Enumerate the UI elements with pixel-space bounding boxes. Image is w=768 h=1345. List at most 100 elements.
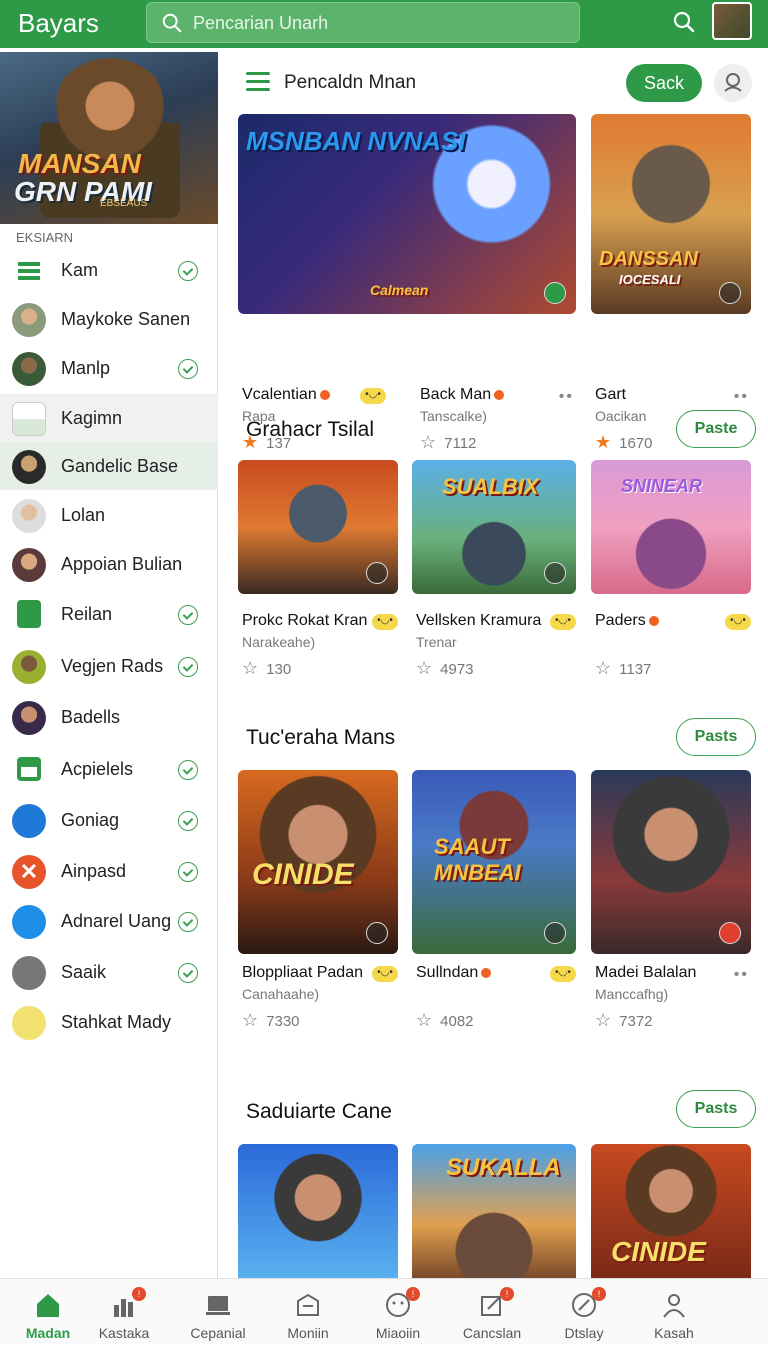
emoji-chip-icon: •◡• xyxy=(725,614,751,630)
sidebar-item[interactable]: Adnarel Uang xyxy=(0,897,218,945)
sidebar-item[interactable]: Lolan xyxy=(0,491,218,539)
compass-icon xyxy=(366,562,388,584)
calendar-icon xyxy=(17,757,41,781)
thumbnail-title: SUKALLA xyxy=(446,1154,561,1181)
x-icon: ✕ xyxy=(12,855,46,889)
nav-tab[interactable]: ! Kastaka xyxy=(76,1279,172,1345)
game-name: Sullndan xyxy=(416,964,492,982)
sidebar-item[interactable]: Saaik xyxy=(0,948,218,996)
game-name: Back Man xyxy=(420,386,505,404)
profile-avatar[interactable] xyxy=(712,2,752,40)
thumbnail-title: CINIDE xyxy=(252,858,354,891)
sidebar-item[interactable]: ✕ Ainpasd xyxy=(0,847,218,895)
game-subtitle: Trenar xyxy=(416,634,457,650)
star-icon: ☆ xyxy=(242,1010,259,1030)
nav-tab[interactable]: Kasah xyxy=(626,1279,722,1345)
game-subtitle: Canahaahe) xyxy=(242,986,320,1002)
nav-tab-label: Cepanial xyxy=(190,1325,246,1341)
game-thumbnail xyxy=(238,1144,398,1278)
sidebar-item[interactable]: Kam xyxy=(0,246,218,294)
emoji-chip-icon: •◡• xyxy=(372,614,398,630)
more-icon[interactable]: •• xyxy=(734,388,749,406)
sidebar-item-label: Acpielels xyxy=(61,759,134,779)
sidebar-section-label: EKSIARN xyxy=(16,230,74,245)
game-rating: ☆ 130 xyxy=(242,658,292,678)
game-rating: ☆ 4973 xyxy=(416,658,474,678)
thumbnail-title: DANSSAN xyxy=(599,248,698,270)
paste-button[interactable]: Pasts xyxy=(676,1090,756,1128)
featured-game-banner[interactable]: MANSAN GRN PAMI EBSEAUS xyxy=(0,52,218,224)
section-title: Tuc'eraha Mans xyxy=(246,726,396,749)
compass-icon xyxy=(719,282,741,304)
star-icon: ☆ xyxy=(595,1010,612,1030)
sidebar-item-label: Lolan xyxy=(61,505,106,525)
star-icon: ☆ xyxy=(420,432,437,452)
star-icon: ☆ xyxy=(242,658,259,678)
alert-icon xyxy=(719,922,741,944)
nav-tab[interactable]: Moniin xyxy=(260,1279,356,1345)
nav-tab[interactable]: ! Miaoiin xyxy=(350,1279,446,1345)
app-icon xyxy=(12,402,46,436)
sidebar-item-label: Adnarel Uang xyxy=(61,911,172,931)
notification-badge: ! xyxy=(500,1287,514,1301)
thumbnail-title: CINIDE xyxy=(611,1236,706,1267)
emoji-chip-icon: •◡• xyxy=(360,388,386,404)
search-icon[interactable] xyxy=(672,10,696,34)
game-thumbnail: SNINEAR xyxy=(591,460,751,594)
sidebar-item[interactable]: Manlp xyxy=(0,344,218,392)
more-icon[interactable]: •• xyxy=(559,388,574,406)
sidebar-item[interactable]: Vegjen Rads xyxy=(0,642,218,690)
sidebar-item-label: Saaik xyxy=(61,962,107,982)
game-rating: ☆ 1137 xyxy=(595,658,652,678)
more-icon[interactable]: •• xyxy=(734,966,749,984)
sidebar-item[interactable]: Acpielels xyxy=(0,745,218,793)
leaf-icon xyxy=(12,1006,46,1040)
page-title: Pencaldn Mnan xyxy=(284,72,417,93)
avatar xyxy=(12,450,46,484)
nav-tab[interactable]: ! Cancslan xyxy=(444,1279,540,1345)
app-brand: Bayars xyxy=(18,8,99,38)
nav-tab[interactable]: ! Dtslay xyxy=(536,1279,632,1345)
thumbnail-title: SAAUT MNBEAI xyxy=(434,834,521,885)
check-badge-icon xyxy=(178,605,198,625)
robot-icon xyxy=(297,1293,319,1316)
nav-tab[interactable]: Cepanial xyxy=(170,1279,266,1345)
check-badge-icon xyxy=(178,963,198,983)
sidebar-item[interactable]: Goniag xyxy=(0,796,218,844)
sidebar-item-label: Vegjen Rads xyxy=(61,656,164,676)
sidebar-item-label: Appoian Bulian xyxy=(61,554,183,574)
game-rating: ☆ 7330 xyxy=(242,1010,300,1030)
check-badge-icon xyxy=(178,261,198,281)
nav-tab-label: Dtslay xyxy=(564,1325,604,1341)
game-name: Madei Balalan xyxy=(595,964,697,981)
top-app-bar: Bayars Pencarian Unarh xyxy=(0,0,768,48)
sidebar-item[interactable]: Appoian Bulian xyxy=(0,540,218,588)
check-badge-icon xyxy=(178,862,198,882)
star-icon: ☆ xyxy=(416,1010,433,1030)
avatar xyxy=(12,701,46,735)
bird-icon xyxy=(12,905,46,939)
user-icon[interactable] xyxy=(714,64,752,102)
emoji-chip-icon: •◡• xyxy=(372,966,398,982)
sidebar-item[interactable]: Kagimn xyxy=(0,394,218,442)
sidebar-item[interactable]: Reilan xyxy=(0,590,218,638)
sidebar-item[interactable]: Maykoke Sanen xyxy=(0,295,218,343)
check-badge-icon xyxy=(178,912,198,932)
paste-button[interactable]: Pasts xyxy=(676,718,756,756)
sidebar-item[interactable]: Stahkat Mady xyxy=(0,998,218,1046)
avatar xyxy=(12,499,46,533)
sidebar-item-label: Reilan xyxy=(61,604,113,624)
menu-icon[interactable] xyxy=(246,72,270,92)
paste-button[interactable]: Paste xyxy=(676,410,756,448)
thumbnail-caption: Calmean xyxy=(370,282,429,298)
sack-button[interactable]: Sack xyxy=(626,64,702,102)
search-input[interactable]: Pencarian Unarh xyxy=(146,2,580,43)
star-icon: ☆ xyxy=(595,658,612,678)
sidebar-item-active[interactable]: Gandelic Base xyxy=(0,442,218,490)
thumbnail-title: SUALBIX xyxy=(442,474,539,499)
sidebar-item[interactable]: Badells xyxy=(0,693,218,741)
avatar xyxy=(12,650,46,684)
game-thumbnail: MSNBAN NVNASI Calmean xyxy=(238,114,576,314)
app-icon xyxy=(17,600,41,628)
person-icon xyxy=(663,1294,685,1318)
